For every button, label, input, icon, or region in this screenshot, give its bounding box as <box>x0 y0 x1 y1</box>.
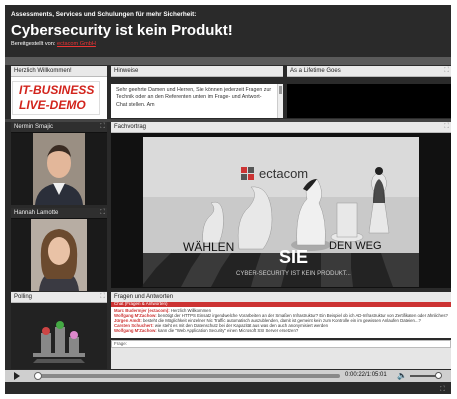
ectacom-logo-square-4 <box>248 174 254 180</box>
seek-bar[interactable] <box>35 374 340 378</box>
panel-hinweise-title: Hinweise <box>111 66 283 77</box>
logo-line1: IT-BUSINESS <box>19 83 95 97</box>
speaker1-video <box>11 133 107 205</box>
header-divider <box>5 57 451 65</box>
playback-time: 0:00:22/1:05:01 <box>345 372 387 378</box>
it-business-logo: IT-BUSINESS LIVE-DEMO <box>12 81 100 115</box>
panel-fachvortrag-title: Fachvortrag ⛶ <box>111 122 451 133</box>
volume-icon[interactable]: 🔈 <box>397 371 407 380</box>
chat-text: kann die "Web Application Security" eine… <box>157 328 299 334</box>
player-controls: 0:00:22/1:05:01 🔈 <box>5 370 451 382</box>
hinweise-text: Sehr geehrte Damen und Herren, Sie könne… <box>111 84 277 118</box>
provided-by: Bereitgestellt von: ectacom GmbH <box>11 41 96 47</box>
scrollbar-thumb[interactable] <box>279 86 282 94</box>
speaker1-avatar <box>11 133 107 205</box>
hinweise-scrollbar[interactable] <box>277 84 283 118</box>
presentation-slide: ectacom WÄHLEN SIE DEN WEG CYBER-SECURIT… <box>111 133 451 288</box>
panel-welcome-label: Herzlich Willkommen! <box>14 68 72 74</box>
slide-word-waehlen: WÄHLEN <box>183 240 234 254</box>
panel-speaker2-title: Hannah Lamotte ⛶ <box>11 208 107 219</box>
fullscreen-icon[interactable]: ⛶ <box>440 386 445 394</box>
panel-speaker1-title: Nermin Smajic ⛶ <box>11 122 107 133</box>
slide-word-weg: DEN WEG <box>329 240 382 252</box>
ectacom-logo-square-1 <box>241 167 247 173</box>
header-subtitle: Assessments, Services und Schulungen für… <box>11 11 197 18</box>
ectacom-logo-square-2 <box>248 167 254 173</box>
play-icon[interactable] <box>14 372 20 380</box>
speaker2-avatar <box>11 219 107 291</box>
question-input[interactable]: Frage: <box>111 340 451 348</box>
slide-word-sie: SIE <box>279 247 308 267</box>
panel-polling-body <box>11 303 107 369</box>
ectacom-logo-square-3 <box>241 174 247 180</box>
presentation-video[interactable]: ectacom WÄHLEN SIE DEN WEG CYBER-SECURIT… <box>111 133 451 288</box>
slide-brand: ectacom <box>259 166 308 181</box>
seek-handle[interactable] <box>34 372 42 380</box>
question-input-label: Frage: <box>114 341 128 346</box>
slide-tagline: CYBER-SECURITY IST KEIN PRODUKT... <box>236 271 351 277</box>
page-title: Cybersecurity ist kein Produkt! <box>11 22 233 39</box>
polling-illustration <box>11 303 107 369</box>
maximize-icon[interactable]: ⛶ <box>444 123 449 131</box>
chat-author: Wolfgang M'Zachow: <box>114 328 157 334</box>
volume-handle[interactable] <box>435 372 442 379</box>
maximize-icon[interactable]: ⛶ <box>444 67 449 75</box>
panel-lifetime-label: As a Lifetime Goes <box>290 68 341 74</box>
speaker1-name: Nermin Smajic <box>14 124 54 130</box>
logo-line2: LIVE-DEMO <box>19 98 86 112</box>
webcast-frame: Assessments, Services und Schulungen für… <box>5 5 451 394</box>
provided-by-label: Bereitgestellt von: <box>11 41 56 47</box>
maximize-icon[interactable]: ⛶ <box>100 123 105 131</box>
panel-qa-label: Fragen und Antworten <box>114 294 174 300</box>
panel-polling-title: Polling ⛶ <box>11 292 107 303</box>
chat-messages: Marc Budermjer (ectacom): Herzlich Willk… <box>111 307 451 338</box>
panel-lifetime-body <box>287 84 451 118</box>
chat-footer <box>111 348 451 369</box>
speaker2-video <box>11 219 107 291</box>
panel-lifetime-title: As a Lifetime Goes ⛶ <box>287 66 451 77</box>
panel-polling-label: Polling <box>14 294 33 300</box>
panel-welcome-title: Herzlich Willkommen! <box>11 66 107 77</box>
provider-link[interactable]: ectacom GmbH <box>57 41 96 47</box>
panel-hinweise-label: Hinweise <box>114 68 139 74</box>
maximize-icon[interactable]: ⛶ <box>100 209 105 217</box>
panel-fachvortrag-label: Fachvortrag <box>114 124 147 130</box>
chat-message: Wolfgang M'Zachow: kann die "Web Applica… <box>114 328 448 333</box>
chat-header-label: Chat (Fragen & Antworten) <box>114 301 168 306</box>
speaker2-name: Hannah Lamotte <box>14 210 59 216</box>
maximize-icon[interactable]: ⛶ <box>100 293 105 301</box>
